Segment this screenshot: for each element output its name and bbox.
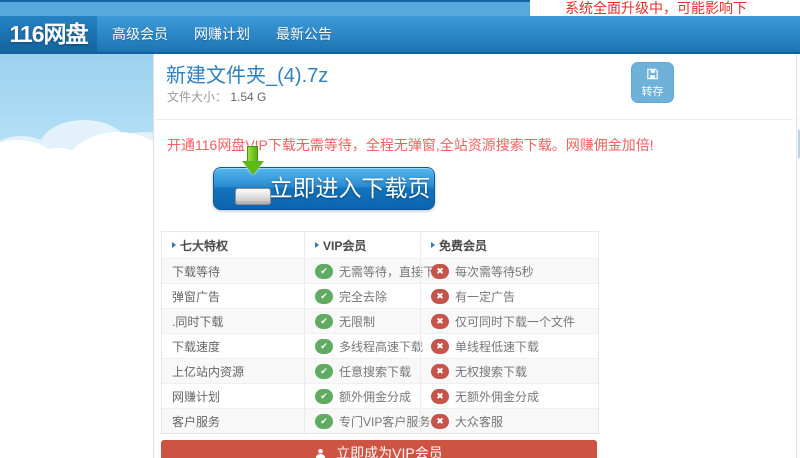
file-size-label: 文件大小： xyxy=(167,90,228,104)
table-row: 上亿站内资源 ✔ 任意搜索下载 ✖ 无权搜索下载 xyxy=(162,358,598,383)
vip-value: 额外佣金分成 xyxy=(339,389,412,404)
vip-value: 任意搜索下载 xyxy=(339,364,412,379)
file-size: 文件大小： 1.54 G xyxy=(167,88,266,105)
save-button-label: 转存 xyxy=(641,86,664,98)
enter-download-page-button[interactable]: 立即进入下载页 xyxy=(213,146,435,210)
download-tray-icon xyxy=(234,146,272,205)
bullet-arrow-icon xyxy=(431,242,435,248)
free-value: 无权搜索下载 xyxy=(455,364,528,379)
vip-promo-text: 开通116网盘VIP下载无需等待，全程无弹窗,全站资源搜索下载。网赚佣金加倍! xyxy=(167,137,654,153)
free-value: 单线程低速下载 xyxy=(455,339,540,354)
bullet-arrow-icon xyxy=(172,242,176,248)
free-value: 有一定广告 xyxy=(455,289,516,304)
feature-label: 下载等待 xyxy=(172,264,221,279)
table-row: 客户服务 ✔ 专门VIP客户服务 ✖ 大众客服 xyxy=(162,408,598,433)
top-strip xyxy=(0,0,530,16)
free-value: 每次需等待5秒 xyxy=(455,264,534,279)
header-features: 七大特权 xyxy=(180,238,229,253)
sky-background xyxy=(0,54,153,168)
system-upgrade-notice: 系统全面升级中，可能影响下 xyxy=(565,0,747,16)
check-icon: ✔ xyxy=(315,263,333,279)
feature-label: 下载速度 xyxy=(172,339,221,354)
cross-icon: ✖ xyxy=(431,413,449,429)
table-row: .同时下载 ✔ 无限制 ✖ 仅可同时下载一个文件 xyxy=(162,308,598,333)
floppy-disk-icon xyxy=(645,67,660,86)
save-to-drive-button[interactable]: 转存 xyxy=(631,62,674,103)
vip-value: 专门VIP客户服务 xyxy=(339,414,431,429)
page: { "marquee": { "text": "系统全面升级中，可能影响下" }… xyxy=(0,0,800,458)
feature-label: .同时下载 xyxy=(172,314,224,329)
header-vip: VIP会员 xyxy=(323,238,367,253)
become-vip-button[interactable]: 立即成为VIP会员 xyxy=(161,440,597,458)
check-icon: ✔ xyxy=(315,363,333,379)
cross-icon: ✖ xyxy=(431,388,449,404)
cross-icon: ✖ xyxy=(431,288,449,304)
nav-item-announcements[interactable]: 最新公告 xyxy=(276,24,332,44)
vip-value: 无限制 xyxy=(339,314,376,329)
feature-label: 网赚计划 xyxy=(172,389,221,404)
cross-icon: ✖ xyxy=(431,313,449,329)
cross-icon: ✖ xyxy=(431,263,449,279)
table-row: 下载等待 ✔ 无需等待，直接下载 ✖ 每次需等待5秒 xyxy=(162,258,598,283)
file-size-value: 1.54 G xyxy=(230,90,267,104)
top-announcement-strip: 系统全面升级中，可能影响下 xyxy=(530,0,800,16)
cloud-shape xyxy=(0,158,153,168)
nav-item-affiliate[interactable]: 网赚计划 xyxy=(194,24,250,44)
feature-label: 弹窗广告 xyxy=(172,289,221,304)
file-title: 新建文件夹_(4).7z xyxy=(166,65,329,87)
nav-menu: 高级会员 网赚计划 最新公告 xyxy=(112,16,332,52)
content-panel: 新建文件夹_(4).7z 文件大小： 1.54 G 转存 开通116网盘VIP下… xyxy=(153,54,796,458)
check-icon: ✔ xyxy=(315,413,333,429)
check-icon: ✔ xyxy=(315,388,333,404)
table-row: 网赚计划 ✔ 额外佣金分成 ✖ 无额外佣金分成 xyxy=(162,383,598,408)
cross-icon: ✖ xyxy=(431,338,449,354)
table-row: 弹窗广告 ✔ 完全去除 ✖ 有一定广告 xyxy=(162,283,598,308)
vip-value: 多线程高速下载 xyxy=(339,339,424,354)
table-row: 下载速度 ✔ 多线程高速下载 ✖ 单线程低速下载 xyxy=(162,333,598,358)
vip-value: 完全去除 xyxy=(339,289,388,304)
navbar: 116网盘 高级会员 网赚计划 最新公告 xyxy=(0,16,800,54)
download-button-label: 立即进入下载页 xyxy=(269,175,431,201)
scrollbar[interactable] xyxy=(796,54,800,458)
site-logo[interactable]: 116网盘 xyxy=(0,16,97,52)
section-divider xyxy=(156,119,793,120)
cross-icon: ✖ xyxy=(431,363,449,379)
bullet-arrow-icon xyxy=(315,242,319,248)
nav-item-premium[interactable]: 高级会员 xyxy=(112,24,168,44)
header-free: 免费会员 xyxy=(439,238,488,253)
free-value: 无额外佣金分成 xyxy=(455,389,540,404)
check-icon: ✔ xyxy=(315,288,333,304)
vip-comparison-table: 七大特权 VIP会员 免费会员 下载等待 ✔ 无需等待，直接下载 ✖ 每次需等待5秒… xyxy=(161,231,599,434)
check-icon: ✔ xyxy=(315,338,333,354)
check-icon: ✔ xyxy=(315,313,333,329)
table-header-row: 七大特权 VIP会员 免费会员 xyxy=(162,232,598,258)
free-value: 仅可同时下载一个文件 xyxy=(455,314,576,329)
vip-button-label: 立即成为VIP会员 xyxy=(336,445,443,458)
person-icon xyxy=(315,445,336,458)
free-value: 大众客服 xyxy=(455,414,504,429)
feature-label: 上亿站内资源 xyxy=(172,364,245,379)
feature-label: 客户服务 xyxy=(172,414,221,429)
